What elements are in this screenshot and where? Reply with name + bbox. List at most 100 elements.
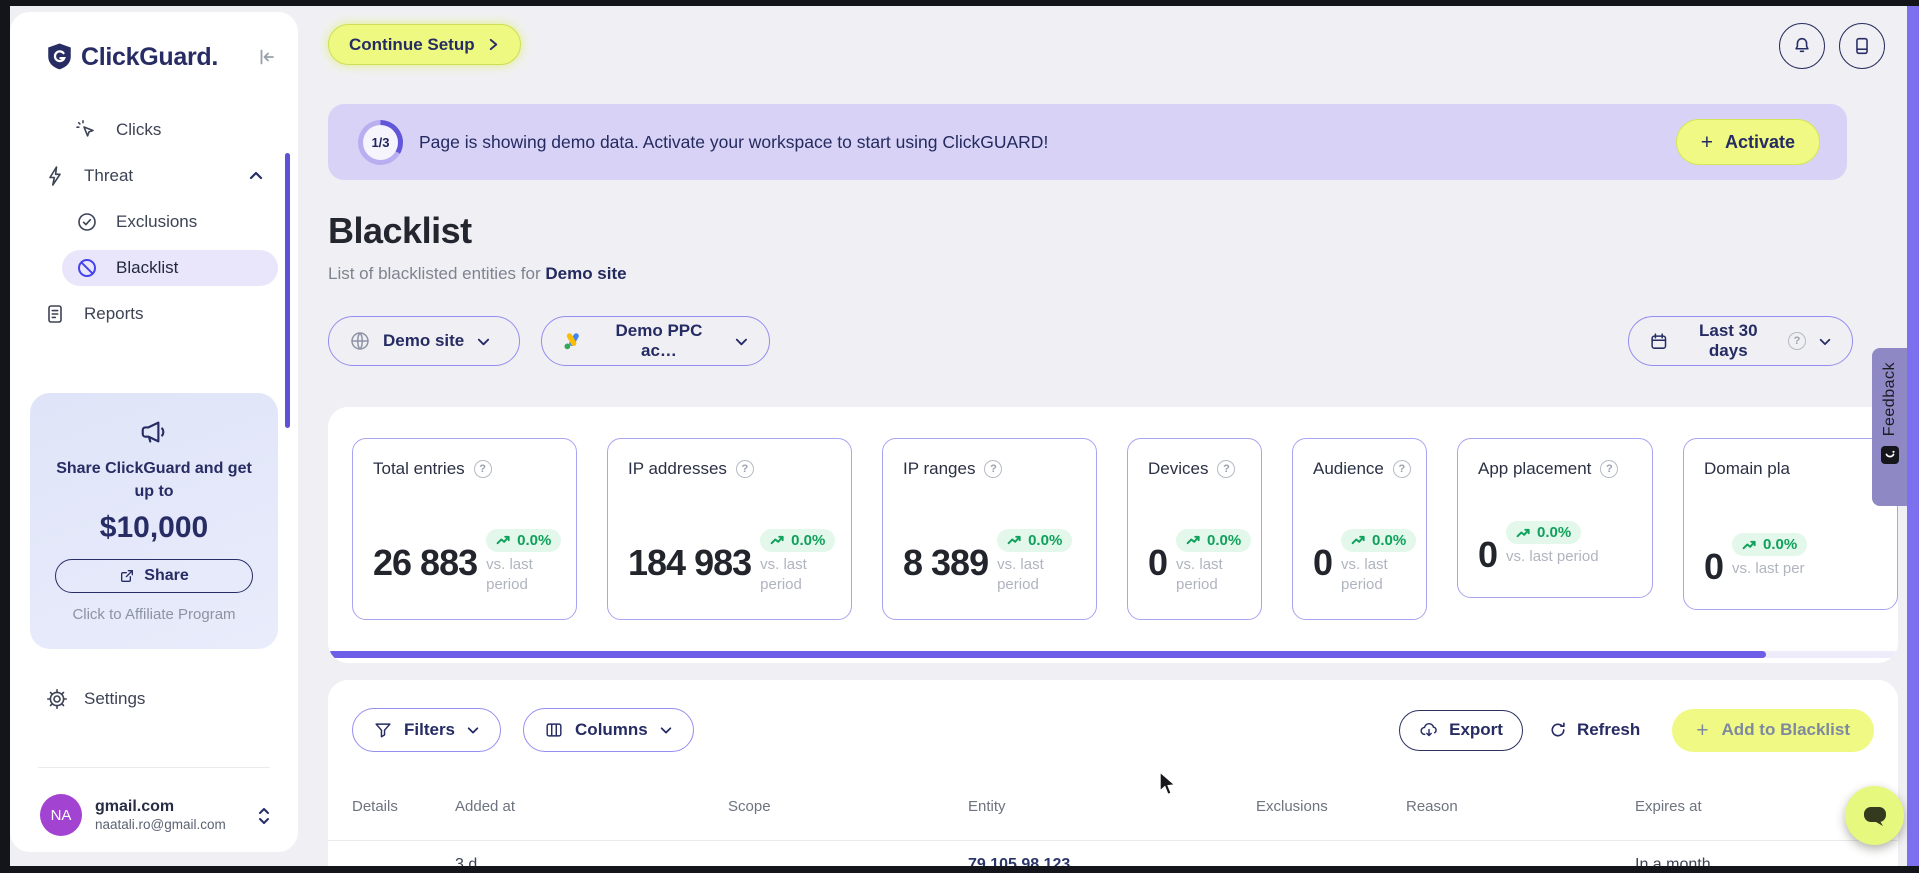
filters-button[interactable]: Filters [352, 708, 502, 752]
sidebar-item-reports[interactable]: Reports [30, 296, 278, 332]
calendar-icon [1651, 332, 1667, 349]
export-button[interactable]: Export [1399, 709, 1523, 751]
user-email: naatali.ro@gmail.com [95, 816, 226, 832]
sidebar-item-blacklist[interactable]: Blacklist [62, 250, 278, 286]
settings-label: Settings [84, 689, 146, 708]
cards-scrollbar-thumb[interactable] [328, 651, 1766, 658]
chevron-up-icon[interactable] [248, 168, 264, 184]
delta-value: 0.0% [1372, 531, 1407, 549]
column-header-details[interactable]: Details [352, 798, 455, 815]
delta-badge: 0.0% [1341, 528, 1417, 552]
ppc-account-selector[interactable]: Demo PPC ac… [541, 316, 770, 366]
bell-icon [1795, 37, 1809, 53]
window-frame-left [0, 0, 10, 873]
trend-up-icon [1186, 535, 1200, 545]
promo-caption: Click to Affiliate Program [72, 606, 236, 624]
cursor-click-icon [76, 119, 98, 141]
stat-value: 0 [1148, 541, 1168, 583]
activate-button[interactable]: + Activate [1675, 119, 1820, 165]
notifications-button[interactable] [1779, 23, 1825, 69]
funnel-icon [375, 723, 391, 738]
delta-value: 0.0% [1207, 531, 1242, 549]
vs-last-period-label: vs. last period [760, 555, 807, 593]
workspace-name: gmail.com [95, 797, 175, 815]
megaphone-icon [141, 421, 165, 443]
feedback-tab[interactable]: Feedback [1872, 348, 1907, 506]
help-icon[interactable]: ? [735, 460, 754, 478]
ban-icon [76, 257, 98, 279]
help-icon[interactable]: ? [1600, 460, 1619, 478]
avatar-initials: NA [50, 806, 72, 824]
subtitle-text: List of blacklisted entities for [328, 264, 541, 283]
sidebar-item-threat[interactable]: Threat [30, 158, 278, 194]
app-root: ClickGuard. Clicks Threat Exclusions Bla… [0, 0, 1919, 873]
chevron-down-icon [660, 727, 672, 734]
table-header-row: Details Added at Scope Entity Exclusions… [352, 798, 1898, 815]
site-selector[interactable]: Demo site [328, 316, 520, 366]
trend-up-icon [770, 535, 784, 545]
column-header-added-at[interactable]: Added at [455, 798, 728, 815]
share-button[interactable]: Share [55, 559, 253, 594]
trend-up-icon [1007, 535, 1021, 545]
stat-value: 0 [1313, 541, 1333, 583]
column-header-exclusions[interactable]: Exclusions [1256, 798, 1406, 815]
stat-label: Domain pla [1704, 459, 1790, 478]
sidebar-item-settings[interactable]: Settings [46, 688, 145, 710]
cards-scrollbar-track[interactable] [328, 651, 1898, 658]
help-icon[interactable]: ? [1217, 460, 1236, 478]
affiliate-promo-card[interactable]: Share ClickGuard and get up to $10,000 S… [30, 393, 278, 649]
window-frame-top [0, 0, 1919, 6]
help-icon[interactable]: ? [1392, 460, 1411, 478]
stat-label: Audience [1313, 459, 1384, 478]
delta-value: 0.0% [791, 531, 826, 549]
help-icon[interactable]: ? [984, 460, 1003, 478]
stat-card-ip-ranges: IP ranges ? 8 389 0.0% vs. last period [882, 438, 1097, 620]
google-ads-icon [564, 333, 579, 350]
date-range-selector[interactable]: Last 30 days ? [1628, 316, 1853, 366]
filters-label: Filters [404, 720, 456, 739]
book-icon [1856, 37, 1868, 55]
sidebar-scrollbar-thumb[interactable] [285, 153, 290, 428]
brand-logo: ClickGuard. [46, 42, 278, 72]
help-icon[interactable]: ? [473, 460, 492, 478]
subtitle-entity: Demo site [545, 264, 627, 283]
chat-widget-button[interactable] [1845, 786, 1904, 845]
stat-value: 0 [1704, 546, 1724, 587]
docs-button[interactable] [1839, 23, 1885, 69]
delta-value: 0.0% [1028, 531, 1063, 549]
page-title: Blacklist [328, 210, 472, 251]
account-switcher[interactable]: NA gmail.com naatali.ro@gmail.com [40, 794, 272, 836]
stat-label: App placement [1478, 459, 1592, 478]
chevron-up-down-icon [256, 805, 272, 825]
column-header-reason[interactable]: Reason [1406, 798, 1635, 815]
sidebar-item-clicks[interactable]: Clicks [62, 112, 278, 148]
delta-value: 0.0% [1763, 536, 1798, 553]
stat-card-audience: Audience ? 0 0.0% vs. last period [1292, 438, 1427, 620]
delta-value: 0.0% [1537, 524, 1572, 541]
page-scrollbar-thumb[interactable] [1907, 6, 1919, 866]
column-header-entity[interactable]: Entity [968, 798, 1256, 815]
sidebar-collapse-icon[interactable] [254, 45, 278, 69]
vs-last-period-label: vs. last period [997, 555, 1044, 593]
demo-data-banner: 1/3 Page is showing demo data. Activate … [328, 104, 1847, 180]
chat-bubble-icon [1863, 806, 1886, 826]
continue-setup-button[interactable]: Continue Setup [328, 24, 521, 65]
delta-value: 0.0% [517, 531, 552, 549]
trend-up-icon [1351, 535, 1365, 545]
refresh-button[interactable]: Refresh [1549, 720, 1640, 740]
stat-value: 184 983 [628, 541, 752, 583]
help-icon[interactable]: ? [1787, 332, 1806, 350]
sidebar-divider [38, 767, 270, 768]
delta-badge: 0.0% [760, 528, 836, 552]
add-to-blacklist-button[interactable]: + Add to Blacklist [1672, 708, 1874, 752]
feedback-label: Feedback [1880, 362, 1898, 437]
vs-last-period-label: vs. last period [1341, 555, 1388, 593]
columns-button[interactable]: Columns [523, 708, 694, 752]
chevron-down-icon [735, 338, 748, 345]
sidebar-item-exclusions[interactable]: Exclusions [62, 204, 278, 240]
window-frame-bottom [0, 866, 1919, 873]
vs-last-period-label: vs. last period [486, 555, 533, 593]
column-header-scope[interactable]: Scope [728, 798, 968, 815]
stat-card-total-entries: Total entries ? 26 883 0.0% vs. last per… [352, 438, 577, 620]
activate-label: Activate [1724, 131, 1795, 152]
